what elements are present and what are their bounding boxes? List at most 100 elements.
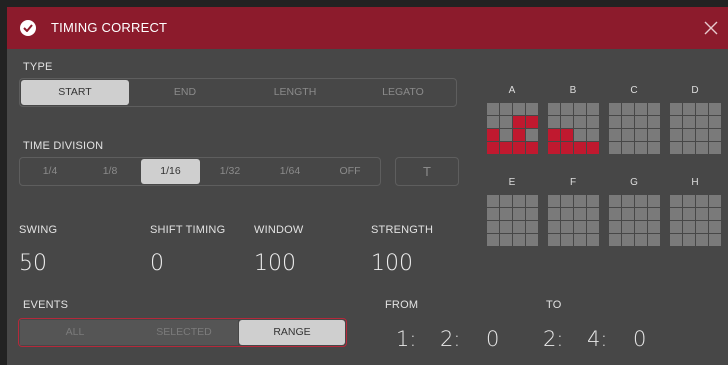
pad (622, 129, 634, 141)
pad (587, 221, 599, 233)
pad (548, 129, 560, 141)
dialog-title: TIMING CORRECT (51, 20, 168, 35)
pad (635, 103, 647, 115)
shift-timing-value[interactable]: 0 (150, 251, 164, 276)
pad (609, 208, 621, 220)
swing-value[interactable]: 50 (19, 251, 47, 276)
pad (648, 142, 660, 154)
from-beat[interactable]: 2: (440, 327, 460, 351)
pad (561, 129, 573, 141)
pad (487, 129, 499, 141)
pad (709, 116, 721, 128)
pad (587, 195, 599, 207)
division-option-1-32[interactable]: 1/32 (200, 158, 260, 185)
pad (709, 234, 721, 246)
events-option-selected[interactable]: SELECTED (130, 320, 238, 345)
pad (587, 234, 599, 246)
pad (574, 208, 586, 220)
pad (561, 195, 573, 207)
window-value[interactable]: 100 (254, 251, 296, 276)
pad (683, 208, 695, 220)
pad-bank-label: A (508, 85, 516, 96)
pad (696, 234, 708, 246)
events-option-range[interactable]: RANGE (239, 320, 345, 345)
pad (500, 221, 512, 233)
pad-bank-label: F (569, 177, 577, 188)
from-label: FROM (385, 299, 419, 311)
pad-bank-label: E (508, 177, 516, 188)
strength-value[interactable]: 100 (371, 251, 413, 276)
division-option-1-4[interactable]: 1/4 (20, 158, 80, 185)
pad (709, 195, 721, 207)
division-option-1-16[interactable]: 1/16 (141, 159, 200, 184)
pad-grid (487, 195, 538, 246)
pad (696, 195, 708, 207)
pad (548, 221, 560, 233)
from-bar[interactable]: 1: (396, 327, 416, 351)
pad (548, 208, 560, 220)
close-icon[interactable] (702, 19, 720, 37)
pad (561, 221, 573, 233)
pad (709, 142, 721, 154)
pad (709, 221, 721, 233)
pad (683, 116, 695, 128)
title-bar: TIMING CORRECT (7, 7, 728, 49)
type-option-legato[interactable]: LEGATO (350, 79, 456, 106)
pad (561, 116, 573, 128)
pad (670, 116, 682, 128)
pad (622, 116, 634, 128)
pad (548, 234, 560, 246)
pad (648, 221, 660, 233)
to-beat[interactable]: 4: (587, 327, 607, 351)
pad (574, 221, 586, 233)
pad (670, 195, 682, 207)
pad (683, 103, 695, 115)
pad (635, 208, 647, 220)
to-bar[interactable]: 2: (543, 327, 563, 351)
type-option-length[interactable]: LENGTH (240, 79, 350, 106)
from-tick[interactable]: 0 (486, 327, 499, 351)
pad (635, 195, 647, 207)
time-division-selector: 1/4 1/8 1/16 1/32 1/64 OFF (19, 157, 381, 186)
pad (500, 129, 512, 141)
pad (622, 195, 634, 207)
pad (648, 208, 660, 220)
pad (696, 221, 708, 233)
division-option-off[interactable]: OFF (320, 158, 380, 185)
pad (670, 103, 682, 115)
pad-grid (609, 195, 660, 246)
pad (635, 129, 647, 141)
pad (526, 129, 538, 141)
pad (500, 195, 512, 207)
pad (670, 208, 682, 220)
pad (683, 221, 695, 233)
division-option-1-8[interactable]: 1/8 (80, 158, 140, 185)
pad-bank-label: B (569, 85, 577, 96)
pad (609, 234, 621, 246)
pad (561, 234, 573, 246)
pad-grid (548, 195, 599, 246)
to-tick[interactable]: 0 (633, 327, 646, 351)
division-option-1-64[interactable]: 1/64 (260, 158, 320, 185)
pad (709, 129, 721, 141)
pad (670, 234, 682, 246)
pad (513, 142, 525, 154)
events-option-all[interactable]: ALL (20, 320, 130, 345)
pad (587, 116, 599, 128)
strength-label: STRENGTH (371, 224, 434, 236)
pad (513, 234, 525, 246)
pad (635, 234, 647, 246)
pad (609, 142, 621, 154)
pad (548, 142, 560, 154)
type-option-start[interactable]: START (21, 80, 129, 105)
type-label: TYPE (23, 61, 53, 73)
pad (561, 208, 573, 220)
pad (487, 208, 499, 220)
pad (648, 116, 660, 128)
timing-correct-dialog: TIMING CORRECT TYPE START END LENGTH LEG… (7, 7, 728, 365)
type-option-end[interactable]: END (130, 79, 240, 106)
pad (500, 208, 512, 220)
triplet-button[interactable]: T (395, 157, 459, 186)
pad (561, 103, 573, 115)
pad (513, 129, 525, 141)
